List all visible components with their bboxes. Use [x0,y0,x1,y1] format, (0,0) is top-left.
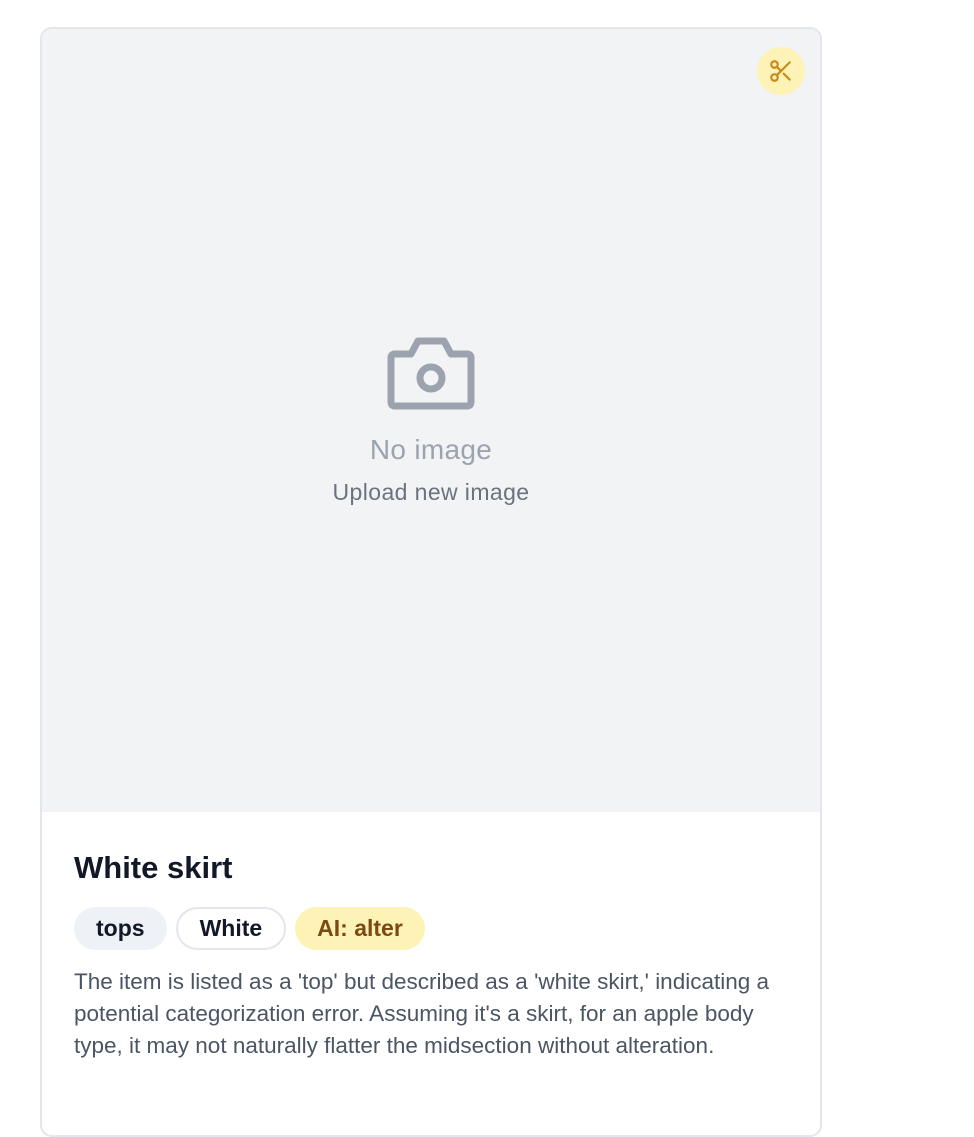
tag-list: tops White AI: alter [74,907,788,950]
camera-icon [387,337,475,410]
alter-button[interactable] [757,47,805,95]
image-placeholder-area[interactable]: No image Upload new image [42,29,820,812]
category-tag: tops [74,907,167,950]
ai-recommendation-tag: AI: alter [295,907,425,950]
item-description: The item is listed as a 'top' but descri… [74,969,770,1058]
upload-new-image-link[interactable]: Upload new image [333,479,530,506]
item-card: No image Upload new image White skirt to… [40,27,822,1137]
scissors-icon [770,60,791,82]
color-tag: White [175,907,287,950]
card-body: White skirt tops White AI: alter The ite… [42,812,820,1062]
no-image-text: No image [369,434,493,465]
item-title: White skirt [74,850,233,885]
no-image-placeholder: No image Upload new image [42,334,820,506]
